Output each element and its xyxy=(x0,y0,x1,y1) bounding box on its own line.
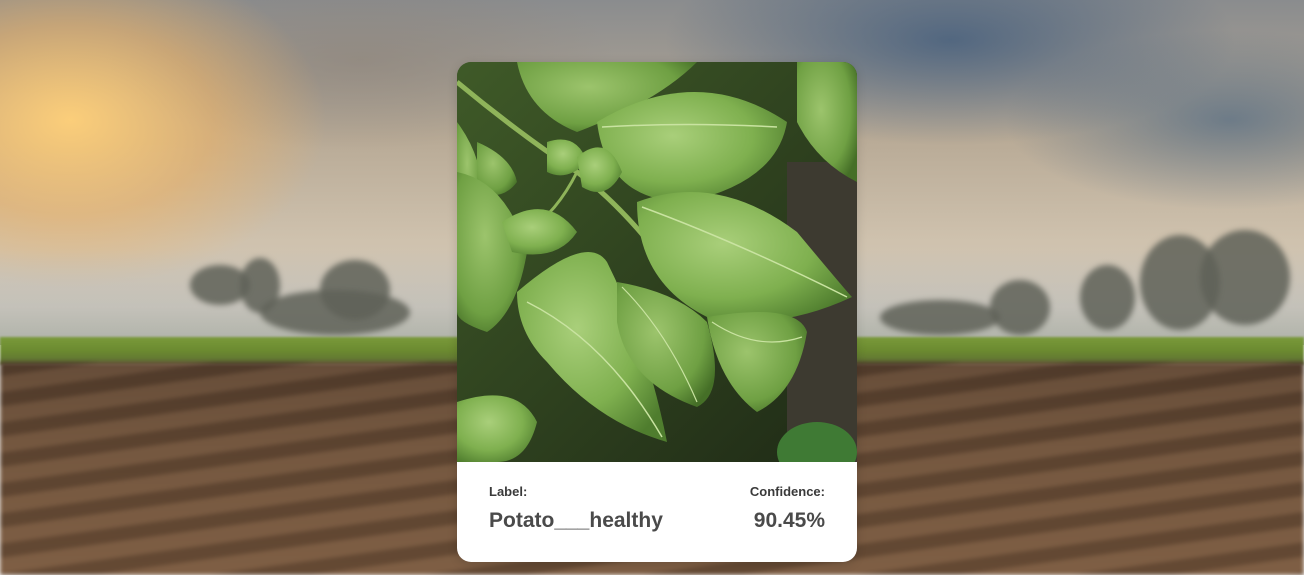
prediction-card: Label: Potato___healthy Confidence: 90.4… xyxy=(457,62,857,562)
predicted-label: Potato___healthy xyxy=(489,509,663,532)
label-heading: Label: xyxy=(489,484,528,499)
uploaded-leaf-image xyxy=(457,62,857,462)
prediction-result: Label: Potato___healthy Confidence: 90.4… xyxy=(457,462,857,562)
confidence-value: 90.45% xyxy=(753,509,825,532)
confidence-heading: Confidence: xyxy=(749,484,825,499)
